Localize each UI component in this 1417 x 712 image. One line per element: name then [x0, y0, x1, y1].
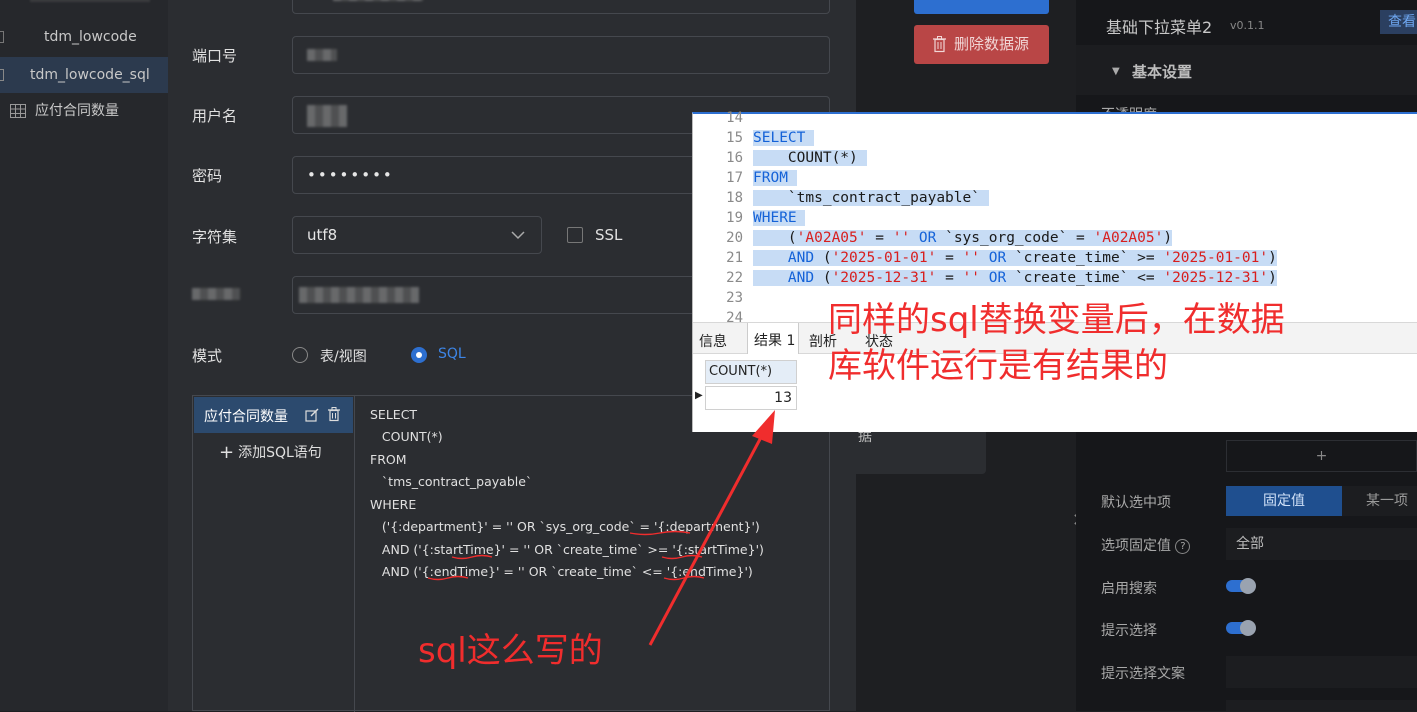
annotation-arrow [427, 410, 775, 646]
